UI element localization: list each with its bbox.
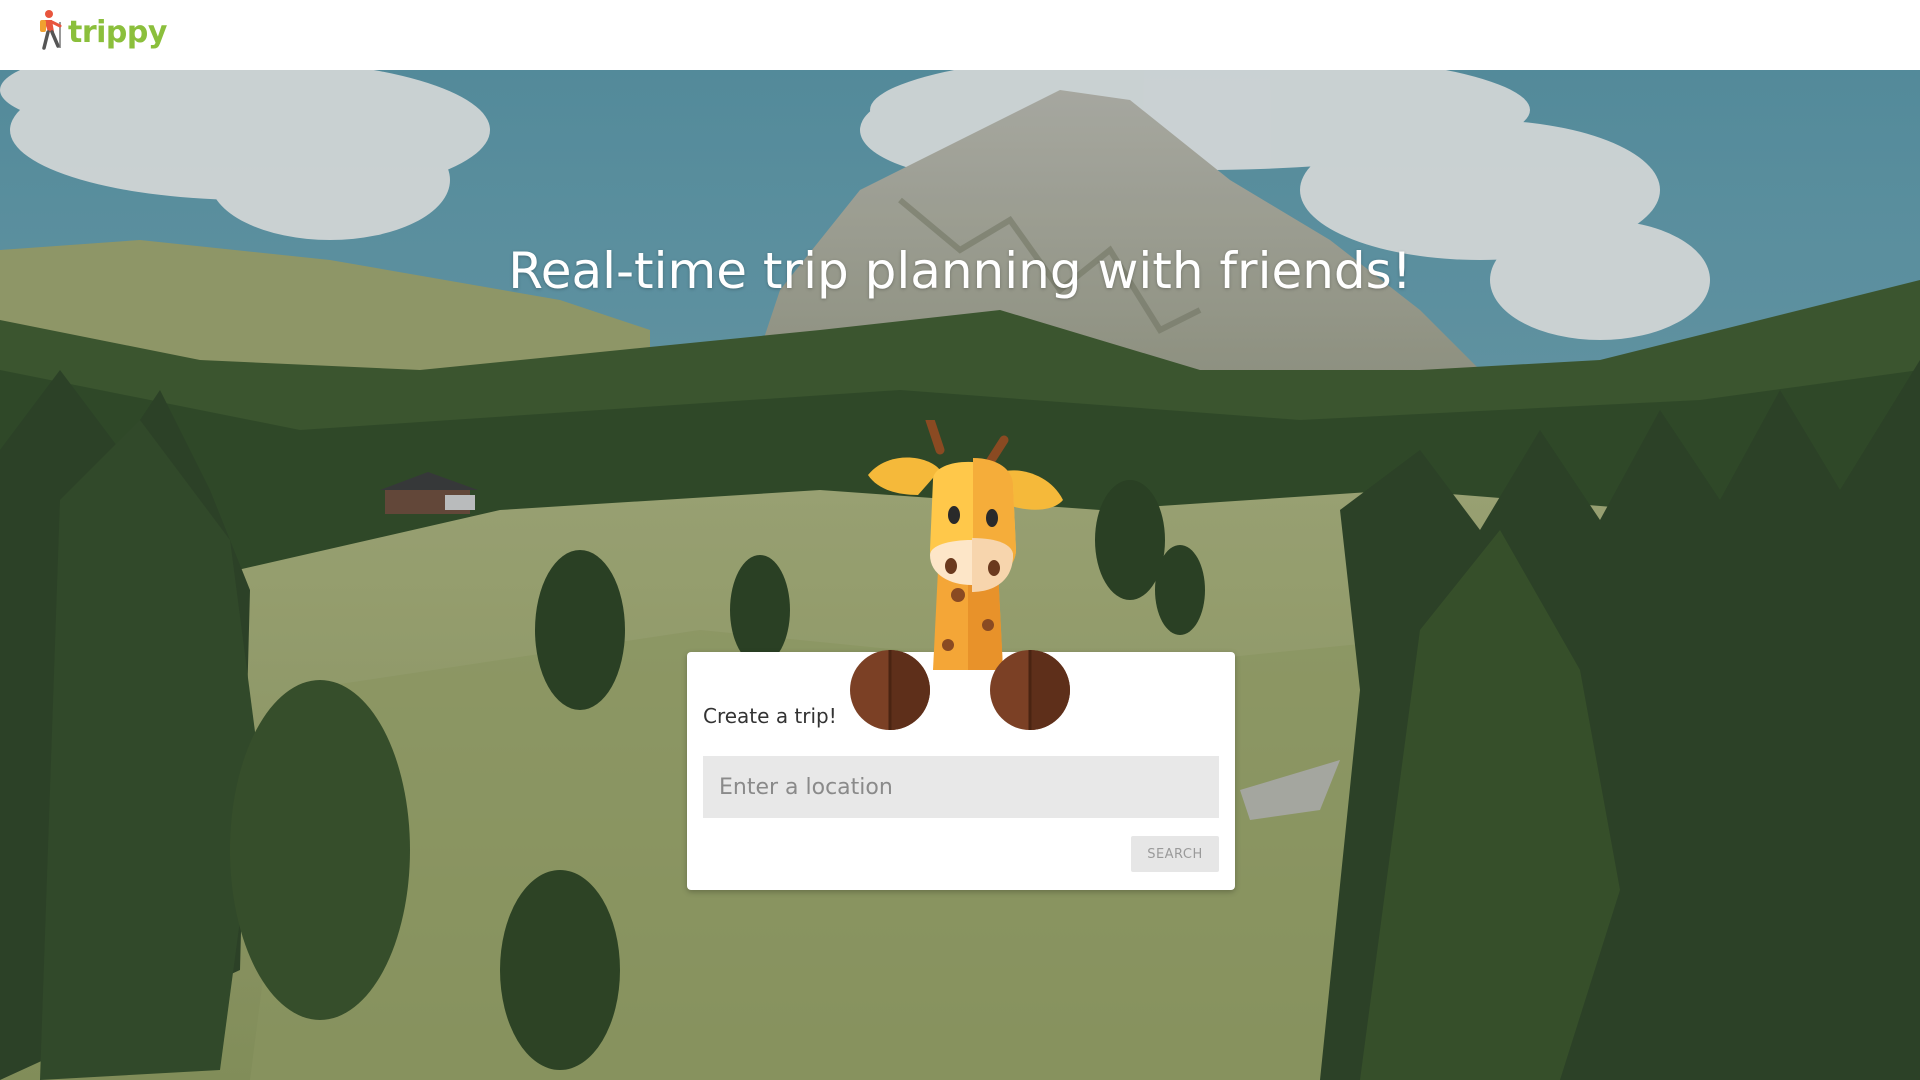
giraffe-mascot <box>850 420 1070 730</box>
hero-headline: Real-time trip planning with friends! <box>508 242 1412 300</box>
create-trip-title: Create a trip! <box>703 704 837 728</box>
logo-text: trippy <box>68 14 167 50</box>
logo[interactable]: trippy <box>36 10 167 54</box>
top-navbar: trippy <box>0 0 1920 70</box>
hero-section: Real-time trip planning with friends! Cr… <box>0 70 1920 1080</box>
hiker-icon <box>36 8 66 56</box>
search-button[interactable]: SEARCH <box>1131 836 1219 872</box>
location-input[interactable] <box>703 756 1219 818</box>
